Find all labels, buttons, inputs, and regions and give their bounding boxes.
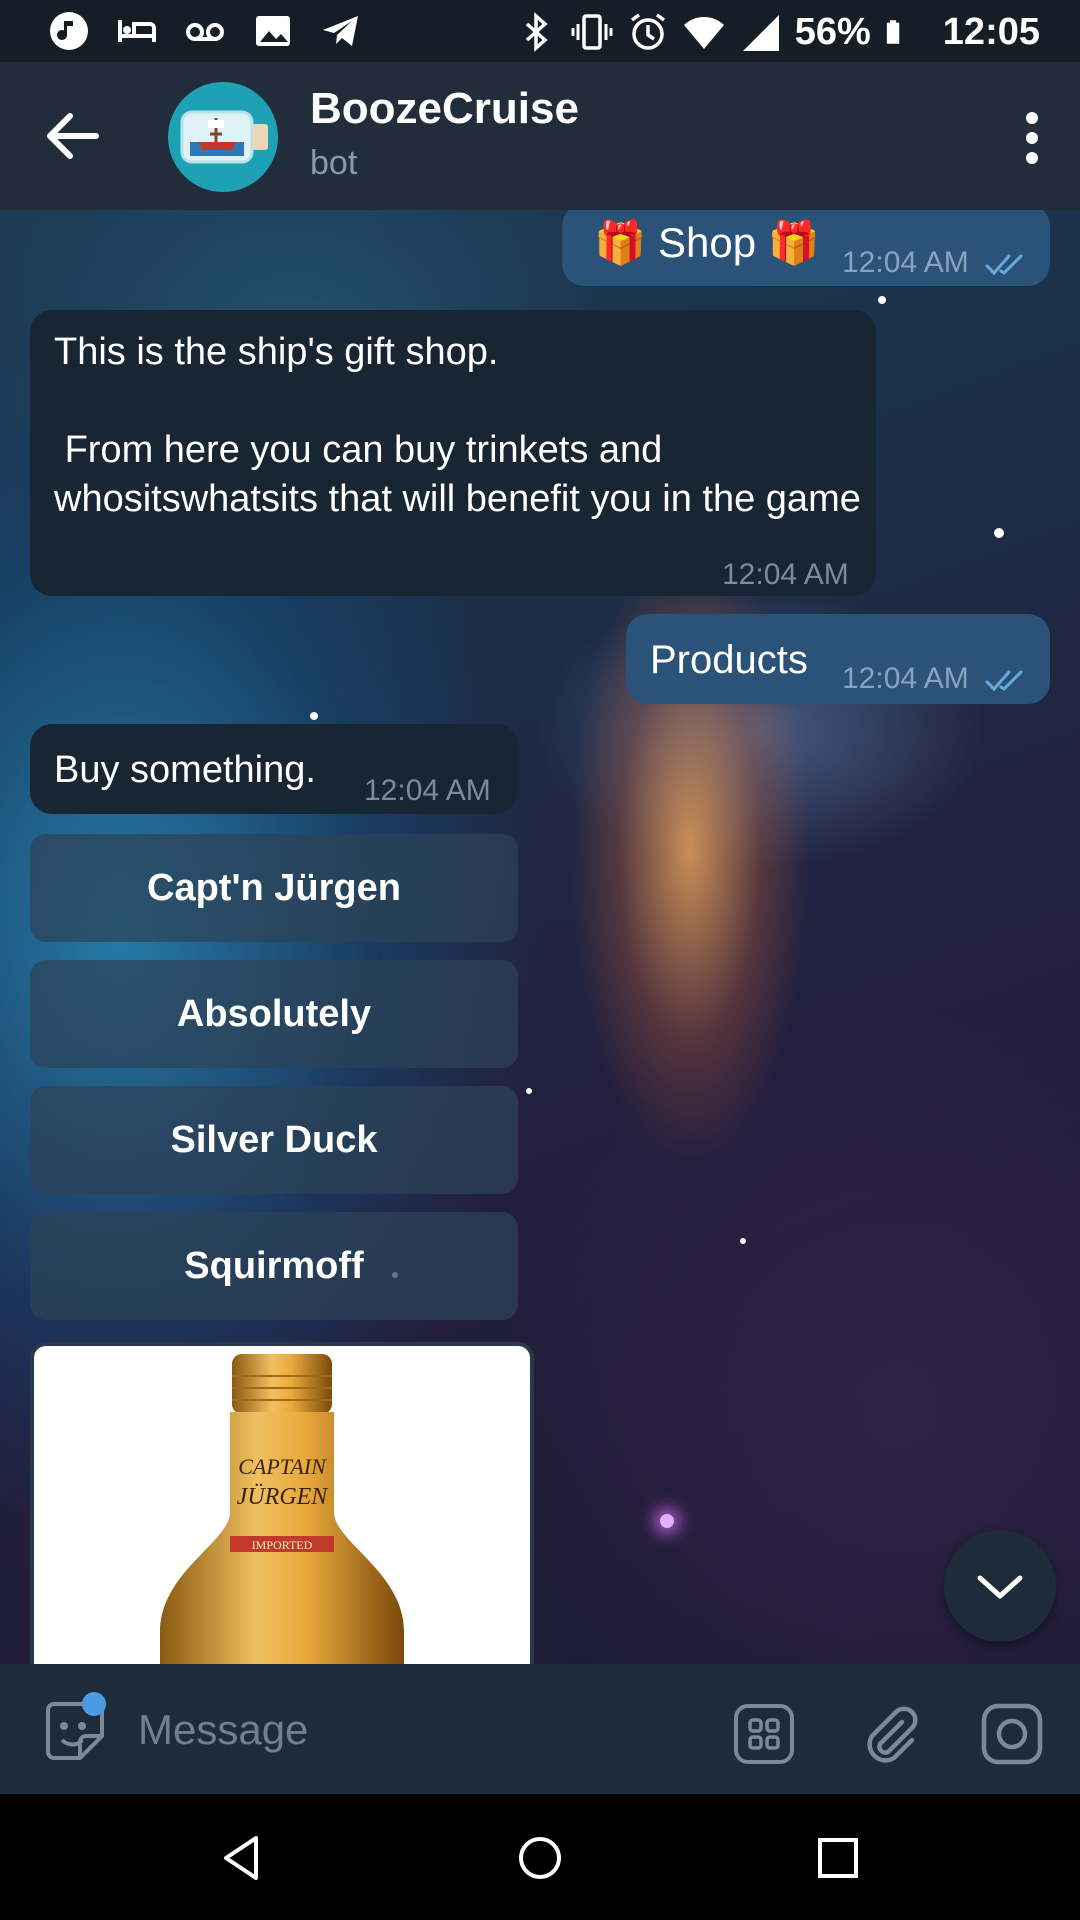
music-icon	[50, 12, 88, 50]
star	[526, 1088, 532, 1094]
wifi-icon	[683, 17, 724, 49]
vibrate-icon	[571, 14, 613, 50]
star	[994, 528, 1004, 538]
chat-subtitle: bot	[310, 144, 358, 182]
status-bar: 56% 12:05	[0, 0, 1080, 62]
outgoing-message[interactable]: Products 12:04 AM	[626, 614, 1050, 704]
double-check-icon	[985, 670, 1023, 692]
double-check-icon	[985, 254, 1023, 276]
label-line1: CAPTAIN	[238, 1454, 327, 1479]
camera-icon[interactable]	[980, 1702, 1044, 1766]
back-arrow-icon[interactable]	[40, 106, 104, 166]
incoming-message[interactable]: Buy something. 12:04 AM	[30, 724, 518, 814]
keyboard-button-absolutely[interactable]: Absolutely	[30, 960, 518, 1068]
message-timestamp: 12:04 AM	[842, 246, 969, 279]
voicemail-icon	[186, 23, 224, 41]
incoming-message[interactable]: This is the ship's gift shop. From here …	[30, 310, 876, 596]
message-text-line2: From here you can buy trinkets and whosi…	[54, 429, 861, 520]
notification-dot	[82, 1692, 106, 1716]
bed-icon	[118, 20, 156, 42]
nav-recents-icon[interactable]	[812, 1832, 864, 1884]
signal-icon	[742, 15, 779, 51]
keyboard-button-silver-duck[interactable]: Silver Duck	[30, 1086, 518, 1194]
scroll-down-button[interactable]	[944, 1530, 1056, 1642]
nav-home-icon[interactable]	[514, 1832, 566, 1884]
star	[310, 712, 318, 720]
keyboard-button-squirmoff[interactable]: Squirmoff	[30, 1212, 518, 1320]
message-text: Products	[650, 638, 808, 682]
keyboard-button-capt-n-jurgen[interactable]: Capt'n Jürgen	[30, 834, 518, 942]
clock: 12:05	[942, 11, 1040, 53]
battery-icon	[886, 20, 900, 44]
label-line3: IMPORTED	[252, 1538, 313, 1552]
chat-header: BoozeCruise bot	[0, 62, 1080, 210]
alarm-icon	[630, 13, 665, 50]
nav-back-icon[interactable]	[216, 1832, 268, 1884]
message-text: Buy something.	[54, 749, 316, 791]
message-timestamp: 12:04 AM	[722, 558, 849, 591]
chat-title: BoozeCruise	[310, 84, 579, 133]
more-options-icon[interactable]	[1022, 110, 1042, 166]
bottle-image: CAPTAIN JÜRGEN IMPORTED	[160, 1354, 404, 1664]
message-timestamp: 12:04 AM	[842, 662, 969, 695]
message-input-bar	[0, 1664, 1080, 1794]
message-time: 12:04 AM	[842, 654, 1029, 703]
battery-percent: 56%	[794, 11, 871, 53]
chat-area[interactable]: 🎁 Shop 🎁 12:04 AM This is the ship's gif…	[0, 210, 1080, 1664]
avatar[interactable]	[168, 82, 278, 192]
star	[660, 1514, 674, 1528]
android-nav-bar	[0, 1794, 1080, 1920]
message-timestamp: 12:04 AM	[364, 774, 491, 807]
star	[740, 1238, 746, 1244]
star	[878, 296, 886, 304]
attach-icon[interactable]	[858, 1702, 922, 1766]
telegram-icon	[323, 16, 358, 46]
message-text: 🎁 Shop 🎁	[594, 219, 821, 266]
outgoing-message[interactable]: 🎁 Shop 🎁 12:04 AM	[562, 210, 1050, 286]
message-input[interactable]	[136, 1694, 700, 1766]
bot-commands-icon[interactable]	[732, 1702, 796, 1766]
image-icon	[256, 16, 290, 46]
bottle-ship-icon	[180, 110, 268, 164]
label-line2: JÜRGEN	[237, 1484, 330, 1510]
message-time: 12:04 AM	[842, 238, 1029, 287]
chevron-down-icon	[977, 1575, 1023, 1599]
message-text-line1: This is the ship's gift shop.	[54, 331, 499, 373]
bluetooth-icon	[525, 12, 548, 52]
photo-message[interactable]: CAPTAIN JÜRGEN IMPORTED	[30, 1342, 534, 1664]
